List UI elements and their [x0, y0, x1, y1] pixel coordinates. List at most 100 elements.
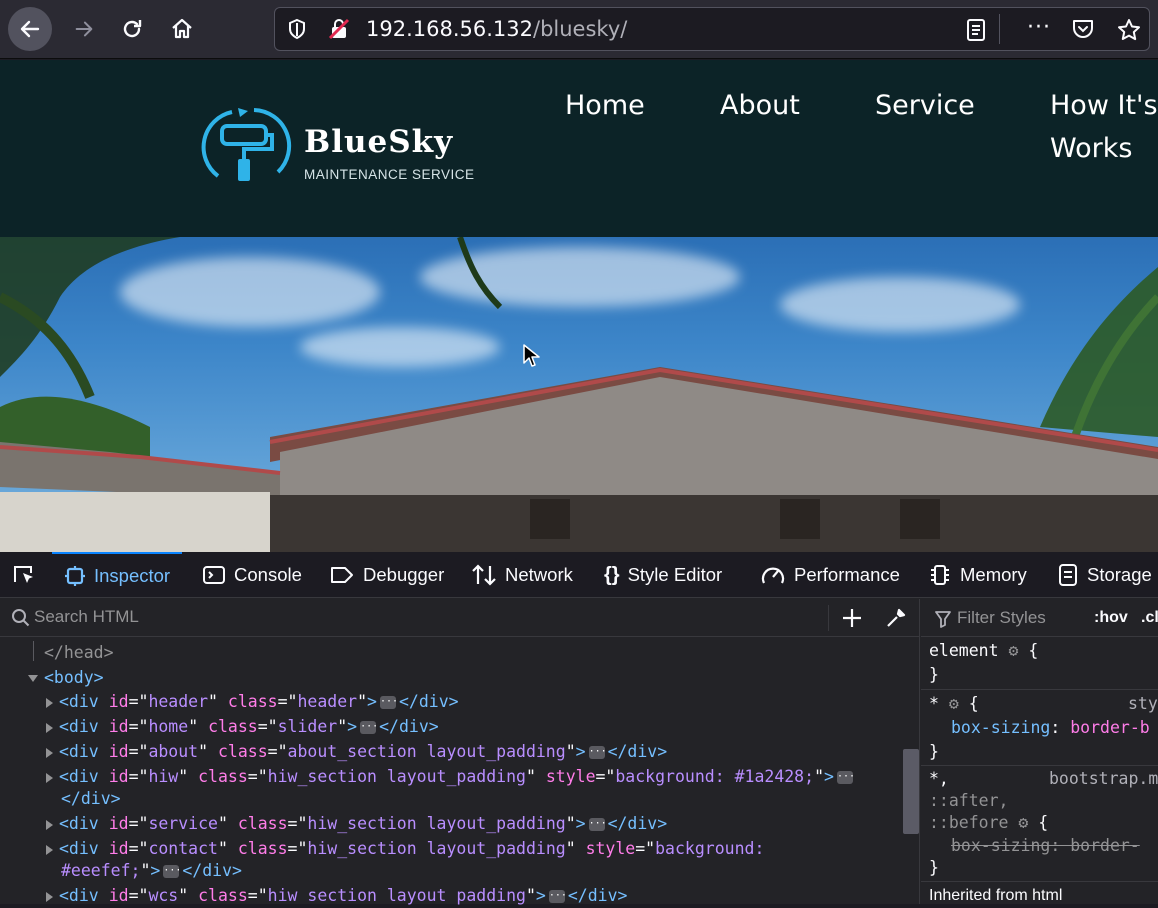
- filter-styles-input[interactable]: Filter Styles: [957, 608, 1046, 628]
- nav-link-how-it-works[interactable]: How It's Works: [1050, 84, 1158, 170]
- tab-debugger[interactable]: Debugger: [329, 552, 444, 598]
- collapse-twisty-icon[interactable]: [46, 819, 53, 830]
- body-node[interactable]: <body>: [28, 666, 104, 690]
- collapse-twisty-icon[interactable]: [46, 772, 53, 783]
- reader-view-icon[interactable]: [965, 18, 987, 46]
- bookmark-star-icon[interactable]: [1117, 18, 1141, 46]
- element-picker-icon: [14, 566, 33, 583]
- tab-inspector[interactable]: Inspector: [52, 552, 183, 598]
- network-arrows-icon: [472, 564, 496, 586]
- rule-overridden-declaration[interactable]: box-sizing: border-: [951, 834, 1140, 858]
- tab-storage-label: Storage: [1087, 564, 1152, 585]
- browser-toolbar: 192.168.56.132/bluesky/ ···: [0, 0, 1158, 59]
- collapse-twisty-icon[interactable]: [46, 722, 53, 733]
- mouse-cursor-icon: [523, 344, 540, 367]
- filter-funnel-icon: [935, 611, 951, 628]
- collapse-twisty-icon[interactable]: [46, 891, 53, 902]
- ellipsis-badge[interactable]: ···: [548, 890, 567, 903]
- search-divider: [828, 605, 829, 631]
- collapse-twisty-icon[interactable]: [46, 747, 53, 758]
- pocket-icon[interactable]: [1071, 18, 1095, 44]
- memory-chip-icon: [931, 565, 949, 585]
- tab-console-label: Console: [234, 564, 302, 585]
- dom-node-header[interactable]: <div id="header" class="header"> ···</div…: [46, 690, 459, 714]
- search-html-input[interactable]: [34, 607, 734, 627]
- tab-debugger-label: Debugger: [363, 564, 445, 585]
- tab-style-editor[interactable]: {} Style Editor: [604, 552, 722, 598]
- nav-link-about[interactable]: About: [720, 84, 800, 127]
- dom-node-contact-cont: #eeefef;"> ···</div>: [61, 861, 242, 880]
- dom-node-contact[interactable]: <div id="contact" class="hiw_section lay…: [46, 837, 764, 861]
- gear-icon[interactable]: ⚙: [1018, 813, 1028, 832]
- gear-icon[interactable]: ⚙: [949, 694, 959, 713]
- devtools-panel: Inspector Console Debugger Network {} St…: [0, 552, 1158, 905]
- add-node-plus-icon[interactable]: [841, 607, 863, 629]
- markup-view: </head> <body> <div id="header" class="h…: [0, 599, 920, 905]
- arrow-right-icon: [75, 21, 93, 37]
- class-toggle[interactable]: .cl: [1141, 609, 1158, 627]
- eyedropper-icon[interactable]: [885, 607, 907, 629]
- tab-performance-label: Performance: [794, 564, 900, 585]
- url-text: 192.168.56.132/bluesky/: [366, 17, 627, 41]
- ellipsis-badge[interactable]: ···: [836, 771, 855, 784]
- rule-source-link[interactable]: sty: [1128, 692, 1158, 716]
- tab-network[interactable]: Network: [471, 552, 573, 598]
- gear-icon[interactable]: ⚙: [1008, 641, 1018, 660]
- dom-node-wcs[interactable]: <div id="wcs" class="hiw section layout …: [46, 884, 627, 908]
- ellipsis-badge[interactable]: ···: [379, 696, 398, 709]
- collapse-twisty-icon[interactable]: [46, 697, 53, 708]
- markup-scrollbar[interactable]: [903, 749, 919, 834]
- rule-close-brace: }: [929, 665, 939, 684]
- hero-slider-image: [0, 237, 1158, 552]
- url-bar[interactable]: 192.168.56.132/bluesky/ ···: [274, 7, 1150, 51]
- dom-node-service[interactable]: <div id="service" class="hiw_section lay…: [46, 812, 667, 836]
- ellipsis-badge[interactable]: ···: [588, 818, 607, 831]
- element-picker-button[interactable]: [12, 552, 36, 598]
- back-button[interactable]: [8, 7, 52, 51]
- storage-icon: [1059, 564, 1077, 586]
- console-icon: [203, 566, 225, 584]
- reload-button[interactable]: [110, 8, 154, 50]
- nav-link-service[interactable]: Service: [875, 84, 975, 127]
- tab-style-editor-label: Style Editor: [627, 564, 723, 585]
- urlbar-divider: [999, 14, 1000, 44]
- rule-element-selector[interactable]: element ⚙ {: [929, 639, 1038, 663]
- dom-node-hiw[interactable]: <div id="hiw" class="hiw_section layout_…: [46, 765, 856, 789]
- dom-node-home[interactable]: <div id="home" class="slider"> ···</div>: [46, 715, 439, 739]
- rule-multi-selector[interactable]: ::after,: [929, 789, 1008, 813]
- tab-network-label: Network: [505, 564, 573, 585]
- tab-performance[interactable]: Performance: [760, 552, 900, 598]
- style-editor-icon: {}: [604, 563, 620, 586]
- ellipsis-badge[interactable]: ···: [588, 746, 607, 759]
- performance-gauge-icon: [761, 567, 785, 584]
- dom-node-hiw-close: </div>: [61, 789, 121, 808]
- rule-source-link[interactable]: bootstrap.m: [1049, 767, 1158, 791]
- inherited-header: Inherited from html: [929, 887, 1063, 904]
- collapse-twisty-icon[interactable]: [46, 844, 53, 855]
- rule-declaration[interactable]: box-sizing: border-b: [951, 716, 1150, 740]
- ellipsis-badge[interactable]: ···: [360, 721, 378, 734]
- head-close-node[interactable]: </head>: [44, 641, 114, 665]
- reload-icon: [123, 20, 142, 38]
- forward-button[interactable]: [62, 8, 106, 50]
- more-actions-icon[interactable]: ···: [1027, 15, 1051, 40]
- shield-icon[interactable]: [287, 18, 307, 44]
- arrow-left-icon: [20, 20, 40, 38]
- devtools-tabbar: Inspector Console Debugger Network {} St…: [0, 552, 1158, 598]
- nav-link-home[interactable]: Home: [565, 84, 645, 127]
- dom-node-about[interactable]: <div id="about" class="about_section lay…: [46, 740, 667, 764]
- tab-memory[interactable]: Memory: [928, 552, 1027, 598]
- site-logo[interactable]: BlueSky MAINTENANCE SERVICE: [198, 104, 498, 186]
- ellipsis-badge[interactable]: ···: [163, 865, 181, 878]
- rule-multi-selector[interactable]: *,: [929, 767, 949, 791]
- expand-twisty-icon[interactable]: [28, 675, 38, 682]
- rule-multi-selector[interactable]: ::before ⚙ {: [929, 811, 1048, 835]
- insecure-lock-icon[interactable]: [328, 18, 350, 44]
- tab-storage[interactable]: Storage: [1057, 552, 1152, 598]
- rule-universal-selector[interactable]: * ⚙ {: [929, 692, 979, 716]
- tab-console[interactable]: Console: [202, 552, 302, 598]
- home-button[interactable]: [160, 8, 204, 50]
- hover-pseudo-toggle[interactable]: :hov: [1094, 609, 1128, 627]
- filter-styles-bar: Filter Styles :hov .cl: [921, 599, 1158, 637]
- search-html-bar: [0, 599, 920, 637]
